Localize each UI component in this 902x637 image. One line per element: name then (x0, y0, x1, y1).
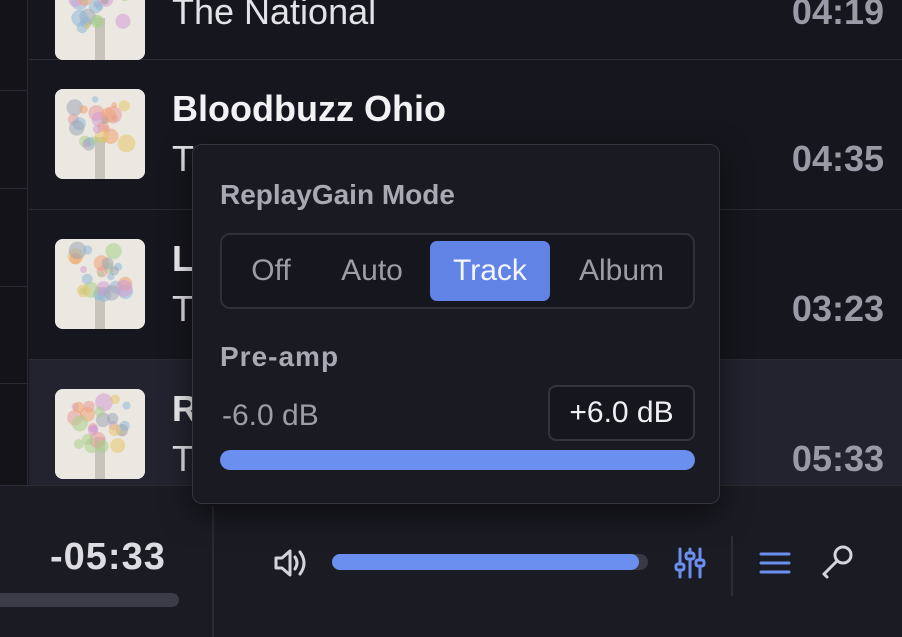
replaygain-mode-selector: Off Auto Track Album (220, 233, 695, 309)
time-remaining: -05:33 (50, 536, 166, 578)
speaker-volume-icon[interactable] (272, 546, 308, 580)
divider (731, 536, 733, 596)
track-artist: T (172, 288, 194, 329)
seek-bar[interactable] (0, 593, 179, 607)
volume-slider[interactable] (332, 554, 648, 570)
popover-title: ReplayGain Mode (220, 179, 455, 210)
wrench-key-icon[interactable] (819, 544, 855, 580)
track-artist: T (172, 438, 194, 479)
album-art (55, 239, 145, 329)
mode-album-button[interactable]: Album (554, 241, 689, 301)
album-art (55, 0, 145, 60)
preamp-slider-fill (220, 450, 695, 470)
replaygain-popover: ReplayGain Mode Off Auto Track Album Pre… (192, 144, 720, 504)
equalizer-sliders-icon[interactable] (672, 546, 708, 580)
left-rail (0, 0, 28, 485)
player-bar: -05:33 (0, 485, 902, 637)
track-artist: T (172, 138, 194, 179)
queue-list-icon[interactable] (757, 546, 793, 580)
track-duration: 05:33 (791, 438, 884, 479)
divider (212, 506, 214, 637)
rail-divider (0, 90, 28, 91)
mode-track-button[interactable]: Track (430, 241, 550, 301)
track-row[interactable]: The National 04:19 (29, 0, 902, 60)
rail-divider (0, 188, 28, 189)
track-duration: 04:19 (791, 0, 884, 32)
album-art (55, 89, 145, 179)
track-artist: The National (172, 0, 377, 32)
volume-slider-fill (332, 554, 639, 570)
preamp-slider[interactable] (220, 450, 695, 470)
preamp-min-label: -6.0 dB (222, 399, 319, 432)
rail-divider (0, 286, 28, 287)
preamp-value[interactable]: +6.0 dB (548, 385, 695, 441)
track-duration: 04:35 (791, 138, 884, 179)
preamp-label: Pre-amp (220, 341, 340, 372)
mode-auto-button[interactable]: Auto (318, 241, 426, 301)
track-title: Bloodbuzz Ohio (172, 88, 446, 129)
track-title: L (172, 238, 194, 279)
rail-divider (0, 383, 28, 384)
mode-off-button[interactable]: Off (226, 241, 316, 301)
album-art (55, 389, 145, 479)
track-duration: 03:23 (791, 288, 884, 329)
